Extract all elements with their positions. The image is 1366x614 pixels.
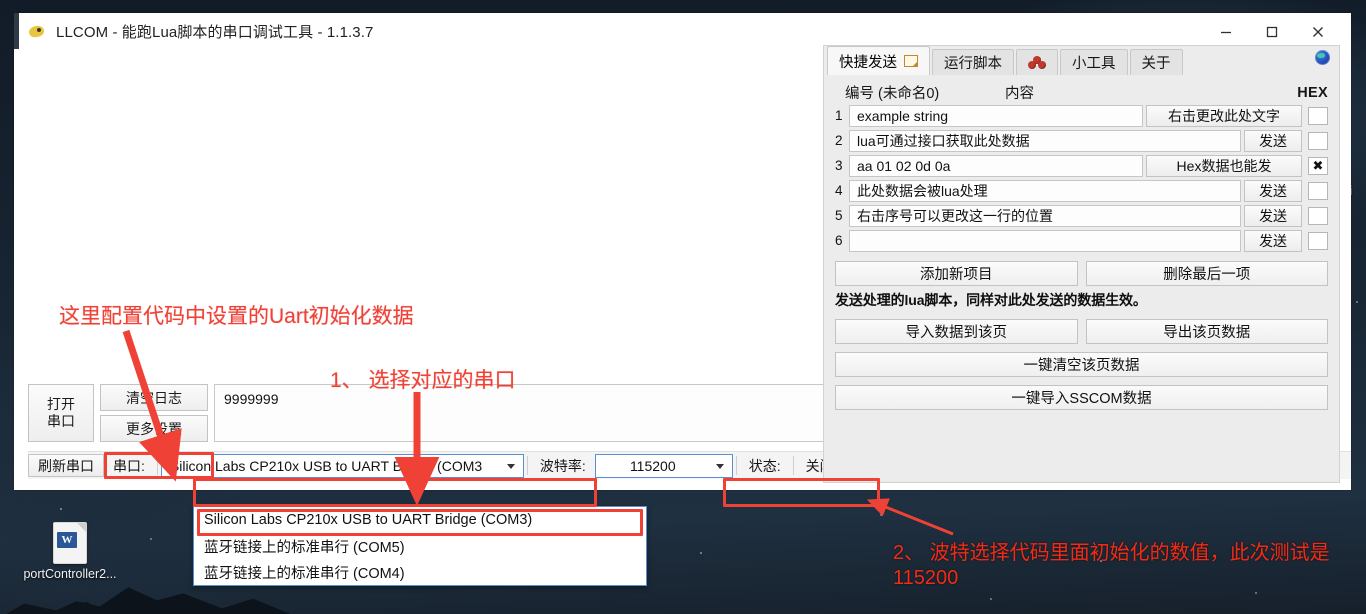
table-row: 2 lua可通过接口获取此处数据 发送: [835, 129, 1328, 152]
row-index[interactable]: 5: [835, 208, 849, 223]
row-hex-checkbox[interactable]: [1308, 131, 1328, 150]
tab-tools-label: 小工具: [1072, 56, 1116, 72]
minimize-icon[interactable]: [1203, 17, 1249, 47]
baud-label: 波特率:: [539, 457, 586, 474]
chevron-down-icon: [506, 464, 515, 469]
tab-about-label: 关于: [1141, 56, 1171, 72]
row-hex-checkbox[interactable]: [1308, 106, 1328, 125]
add-item-button[interactable]: 添加新项目: [835, 261, 1078, 286]
table-row: 4 此处数据会被lua处理 发送: [835, 179, 1328, 202]
clear-page-button[interactable]: 一键清空该页数据: [835, 352, 1328, 377]
panel-tabs: 快捷发送 运行脚本 小工具 关于: [824, 46, 1339, 75]
column-header-content: 内容: [1005, 86, 1034, 102]
table-row: 5 右击序号可以更改这一行的位置 发送: [835, 204, 1328, 227]
row-index[interactable]: 4: [835, 183, 849, 198]
status-divider-2: [526, 456, 528, 475]
note-icon: [904, 55, 918, 67]
status-divider-4: [792, 456, 794, 475]
panel-body: 编号 (未命名0) 内容 HEX 1 example string 右击更改此处…: [824, 75, 1339, 410]
row-value-input[interactable]: 此处数据会被lua处理: [849, 179, 1241, 202]
more-settings-button[interactable]: 更多设置: [100, 415, 208, 442]
window-title: LLCOM - 能跑Lua脚本的串口调试工具 - 1.1.3.7: [56, 23, 374, 41]
annotation-select-port: 1、 选择对应的串口: [330, 369, 516, 392]
column-header-no: 编号 (未命名0): [845, 86, 940, 102]
row-index[interactable]: 6: [835, 233, 849, 248]
baud-select-value: 115200: [629, 458, 676, 474]
tab-run-script-label: 运行脚本: [944, 56, 1002, 72]
port-select-value: Silicon Labs CP210x USB to UART Bridge (…: [169, 458, 483, 474]
row-action-button[interactable]: 发送: [1244, 129, 1302, 152]
desktop-icon-label: portController2...: [23, 567, 117, 581]
row-value-input[interactable]: aa 01 02 0d 0a: [849, 154, 1143, 177]
word-document-icon: W: [53, 522, 87, 564]
annotation-uart-init: 这里配置代码中设置的Uart初始化数据: [59, 305, 414, 328]
refresh-ports-button[interactable]: 刷新串口: [28, 454, 104, 477]
table-row: 3 aa 01 02 0d 0a Hex数据也能发 ✖: [835, 154, 1328, 177]
delete-last-button[interactable]: 删除最后一项: [1085, 261, 1328, 286]
dropdown-option[interactable]: 蓝牙链接上的标准串行 (COM4): [194, 559, 646, 585]
maximize-icon[interactable]: [1249, 17, 1295, 47]
port-label: 串口:: [113, 457, 145, 474]
tab-run-script[interactable]: 运行脚本: [932, 49, 1014, 75]
title-accent-bar: [14, 13, 19, 49]
globe-icon[interactable]: [1315, 50, 1330, 65]
tab-about[interactable]: 关于: [1129, 49, 1183, 75]
table-row: 1 example string 右击更改此处文字: [835, 104, 1328, 127]
status-divider-3: [735, 456, 737, 475]
open-port-button[interactable]: 打开 串口: [28, 384, 94, 442]
row-index[interactable]: 2: [835, 133, 849, 148]
import-sscom-button[interactable]: 一键导入SSCOM数据: [835, 385, 1328, 410]
dropdown-option[interactable]: 蓝牙链接上的标准串行 (COM5): [194, 533, 646, 559]
desktop-mountain-small: [0, 601, 120, 614]
lua-icon: [1028, 56, 1046, 69]
row-value-input[interactable]: [849, 229, 1241, 252]
state-label: 状态:: [748, 457, 781, 474]
row-value-input[interactable]: 右击序号可以更改这一行的位置: [849, 204, 1241, 227]
import-data-button[interactable]: 导入数据到该页: [835, 319, 1078, 344]
row-action-button[interactable]: 发送: [1244, 179, 1302, 202]
row-index[interactable]: 3: [835, 158, 849, 173]
open-port-label-line1: 打开: [47, 395, 75, 412]
row-hex-checkbox[interactable]: [1308, 181, 1328, 200]
export-data-button[interactable]: 导出该页数据: [1085, 319, 1328, 344]
port-select[interactable]: Silicon Labs CP210x USB to UART Bridge (…: [160, 454, 524, 478]
tab-quick-send-label: 快捷发送: [839, 54, 897, 71]
tab-lua-icon-holder[interactable]: [1016, 49, 1058, 75]
clear-log-button[interactable]: 清空日志: [100, 384, 208, 411]
window-controls: [1203, 17, 1341, 47]
panel-note: 发送处理的lua脚本，同样对此处发送的数据生效。: [835, 292, 1147, 308]
status-divider: [156, 456, 158, 475]
desktop-icon-portcontroller[interactable]: W portController2...: [14, 522, 126, 581]
llcom-logo-icon: [28, 24, 46, 39]
column-header-hex: HEX: [1297, 84, 1328, 101]
row-action-button[interactable]: 发送: [1244, 204, 1302, 227]
tab-tools[interactable]: 小工具: [1060, 49, 1128, 75]
row-hex-checkbox[interactable]: ✖: [1308, 156, 1328, 175]
row-action-button[interactable]: 发送: [1244, 229, 1302, 252]
close-icon[interactable]: [1295, 17, 1341, 47]
open-port-label-line2: 串口: [47, 413, 75, 429]
control-mid-group: 清空日志 更多设置: [100, 384, 208, 442]
panel-column-headers: 编号 (未命名0) 内容 HEX: [835, 81, 1328, 104]
chevron-down-icon-baud: [715, 464, 724, 469]
row-hex-checkbox[interactable]: [1308, 206, 1328, 225]
row-index[interactable]: 1: [835, 108, 849, 123]
quick-send-panel: 快捷发送 运行脚本 小工具 关于 编号 (未命名0) 内容 HEX 1 exam…: [823, 45, 1340, 483]
add-delete-row: 添加新项目 删除最后一项: [835, 261, 1328, 286]
row-value-input[interactable]: lua可通过接口获取此处数据: [849, 129, 1241, 152]
row-hex-checkbox[interactable]: [1308, 231, 1328, 250]
tab-quick-send[interactable]: 快捷发送: [827, 46, 930, 75]
row-action-button[interactable]: 右击更改此处文字: [1146, 104, 1302, 127]
row-value-input[interactable]: example string: [849, 104, 1143, 127]
title-bar[interactable]: LLCOM - 能跑Lua脚本的串口调试工具 - 1.1.3.7: [14, 13, 1351, 49]
baud-select[interactable]: 115200: [594, 454, 733, 478]
dropdown-option[interactable]: Silicon Labs CP210x USB to UART Bridge (…: [194, 507, 646, 533]
arrow-to-baud-select: [866, 498, 954, 536]
table-row: 6 发送: [835, 229, 1328, 252]
row-action-button[interactable]: Hex数据也能发: [1146, 154, 1302, 177]
import-export-row: 导入数据到该页 导出该页数据: [835, 319, 1328, 344]
port-dropdown-list: Silicon Labs CP210x USB to UART Bridge (…: [193, 506, 647, 586]
annotation-select-baud: 2、 波特选择代码里面初始化的数值，此次测试是115200: [893, 542, 1330, 589]
